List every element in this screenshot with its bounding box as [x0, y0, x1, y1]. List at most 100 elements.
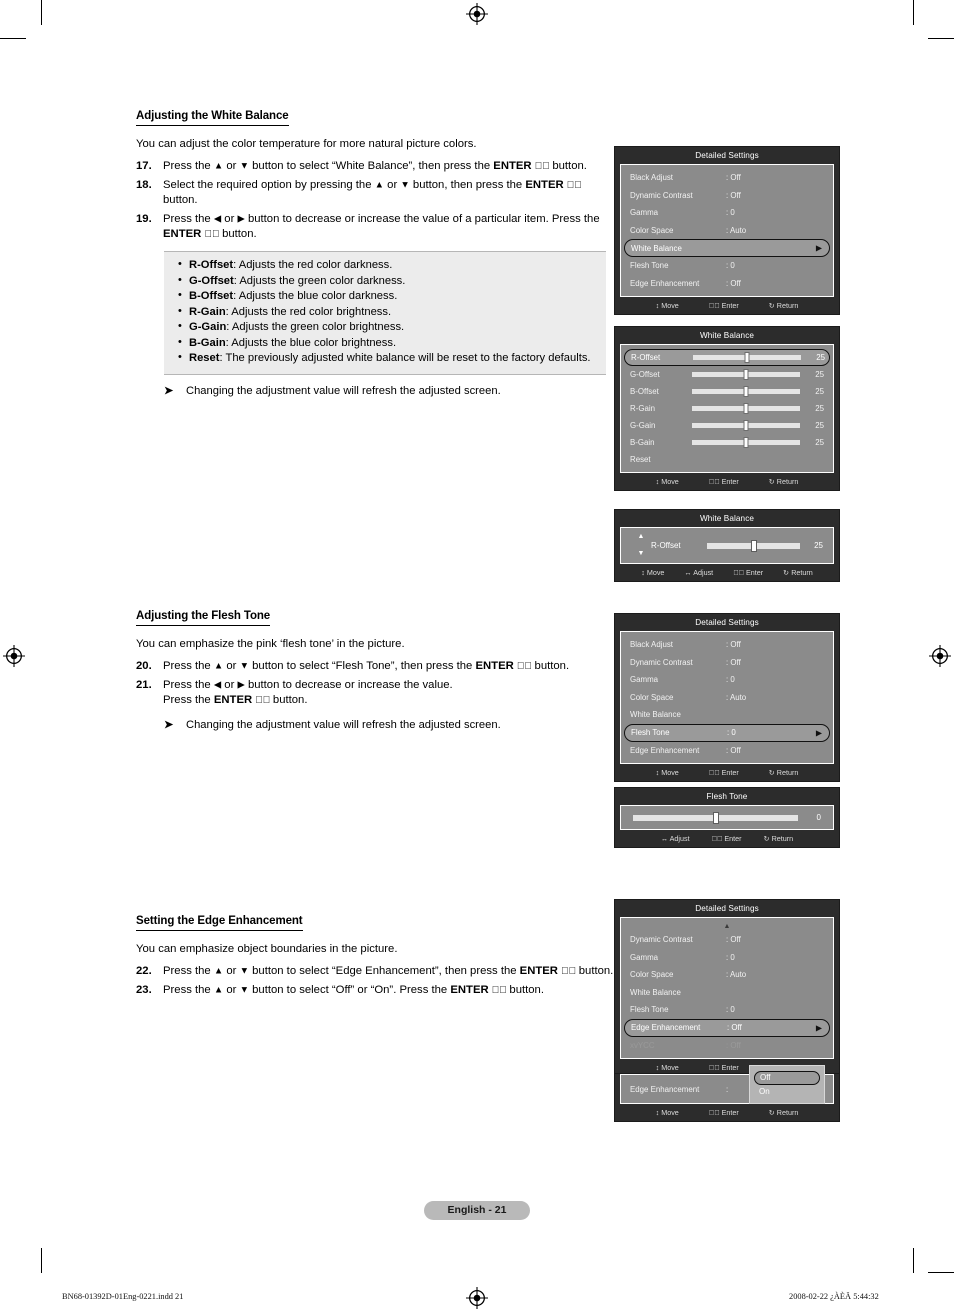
- osd-item-value: : Off: [726, 935, 741, 945]
- osd-menu-item[interactable]: Black Adjust: Off: [621, 169, 833, 187]
- step-list-white-balance: 17. Press the ▲ or ▼ button to select “Wh…: [136, 159, 606, 243]
- osd-menu-item[interactable]: Dynamic Contrast: Off: [621, 654, 833, 672]
- osd-item-label: Edge Enhancement: [630, 278, 700, 288]
- osd-slider-track[interactable]: [692, 403, 800, 414]
- osd-slider-row[interactable]: B-Gain 25: [621, 434, 833, 451]
- dropdown-list-edge-enhancement[interactable]: Off On: [749, 1065, 825, 1104]
- osd-body: Black Adjust: Off Dynamic Contrast: Off Ga…: [620, 164, 834, 297]
- crop-mark-bottom-right-vertical: [913, 1248, 914, 1273]
- osd-hint-return: ↻ Return: [768, 477, 799, 486]
- osd-menu-item[interactable]: White Balance: [621, 984, 833, 1002]
- slider-knob[interactable]: [750, 539, 757, 552]
- dropdown-option[interactable]: On: [754, 1085, 820, 1098]
- osd-adjust-slider[interactable]: [633, 811, 798, 824]
- osd-item-label: Black Adjust: [630, 173, 673, 183]
- osd-slider-value: 25: [815, 438, 824, 447]
- osd-hint-move: ↕ Move: [655, 477, 679, 486]
- osd-item-label: Flesh Tone: [630, 261, 669, 271]
- osd-slider-track[interactable]: [692, 386, 800, 397]
- osd-item-label: Flesh Tone: [631, 728, 670, 737]
- osd-menu-item[interactable]: Edge Enhancement: Off ▶: [624, 1018, 830, 1037]
- osd-menu-item[interactable]: Color Space: Auto: [621, 966, 833, 984]
- osd-panel-detailed-settings-white-balance: Detailed Settings Black Adjust: Off Dynam…: [614, 146, 840, 315]
- osd-menu-item-reset[interactable]: Reset: [621, 451, 833, 468]
- step-number: 17.: [136, 160, 152, 173]
- step-number: 18.: [136, 178, 152, 191]
- osd-slider-row[interactable]: G-Gain 25: [621, 417, 833, 434]
- osd-item-label: Gamma: [630, 208, 659, 218]
- osd-item-label: White Balance: [631, 243, 682, 253]
- osd-menu-item[interactable]: Flesh Tone : 0: [621, 257, 833, 275]
- osd-slider-row[interactable]: G-Offset 25: [621, 366, 833, 383]
- note-term: Reset: [189, 352, 220, 365]
- osd-menu-item[interactable]: Flesh Tone: 0 ▶: [624, 723, 830, 742]
- crop-mark-top-right-vertical: [913, 0, 914, 25]
- osd-menu-item[interactable]: Flesh Tone: 0: [621, 1001, 833, 1019]
- note-item: R-Gain: Adjusts the red color brightness…: [178, 304, 596, 320]
- osd-slider-row[interactable]: R-Offset 25: [624, 349, 830, 366]
- osd-menu-item[interactable]: White Balance ▶: [624, 239, 830, 257]
- note-term: R-Gain: [189, 305, 226, 318]
- osd-slider-row[interactable]: R-Gain 25: [621, 400, 833, 417]
- osd-item-label: Gamma: [630, 675, 659, 685]
- osd-adjust-slider[interactable]: [707, 539, 800, 552]
- step-item: 17. Press the ▲ or ▼ button to select “Wh…: [136, 159, 606, 175]
- osd-hint-move: ↕ Move: [655, 1108, 679, 1117]
- step-number: 20.: [136, 660, 152, 673]
- osd-item-label: Color Space: [630, 692, 674, 702]
- slider-knob[interactable]: [712, 811, 719, 824]
- osd-item-value: : Auto: [726, 225, 747, 235]
- osd-adjust-row[interactable]: 0: [621, 806, 833, 829]
- slider-knob[interactable]: [743, 420, 749, 431]
- osd-menu-item[interactable]: Dynamic Contrast: Off: [621, 187, 833, 205]
- osd-slider-track[interactable]: [692, 420, 800, 431]
- osd-menu-item: xvYCC: Off: [621, 1037, 833, 1055]
- osd-slider-label: R-Gain: [630, 404, 655, 413]
- osd-hint-return: ↻ Return: [783, 568, 813, 577]
- osd-menu-item[interactable]: White Balance: [621, 706, 833, 724]
- osd-item-value: : 0: [726, 261, 735, 271]
- osd-slider-row[interactable]: B-Offset 25: [621, 383, 833, 400]
- osd-item-label: Edge Enhancement: [631, 1023, 701, 1032]
- osd-menu-item[interactable]: Gamma: 0: [621, 671, 833, 689]
- up-down-arrows-icon: ▲ ▼: [637, 533, 645, 557]
- osd-slider-value: 25: [815, 421, 824, 430]
- osd-item-value: : Auto: [726, 692, 747, 702]
- slider-knob[interactable]: [743, 437, 749, 448]
- osd-menu-item[interactable]: Gamma: 0: [621, 204, 833, 222]
- osd-title: White Balance: [615, 510, 839, 527]
- section-intro: You can adjust the color temperature for…: [136, 138, 477, 150]
- osd-menu-item[interactable]: Edge Enhancement: Off: [621, 742, 833, 760]
- slider-knob[interactable]: [743, 403, 749, 414]
- osd-adjust-row[interactable]: ▲ ▼ R-Offset 25: [621, 528, 833, 563]
- scroll-up-icon[interactable]: ▲: [621, 922, 833, 931]
- osd-row-label: Edge Enhancement: [630, 1084, 700, 1094]
- step-number: 19.: [136, 212, 152, 225]
- osd-footer: ↕ Move ↔ Adjust ↵⃝ Enter ↻ Return: [615, 564, 839, 581]
- note-box-white-balance: R-Offset: Adjusts the red color darkness…: [164, 251, 606, 375]
- osd-hint-enter: ↵⃝ Enter: [708, 768, 739, 777]
- osd-slider-track[interactable]: [693, 352, 801, 363]
- slider-knob[interactable]: [743, 369, 749, 380]
- osd-menu-item[interactable]: Color Space: Auto: [621, 222, 833, 240]
- registration-mark-bottom: [466, 1287, 488, 1309]
- step-text: Press the ◀ or ▶ button to decrease or i…: [163, 678, 453, 707]
- osd-menu-item[interactable]: Black Adjust: Off: [621, 636, 833, 654]
- registration-mark-top: [466, 3, 488, 25]
- osd-hint-move: ↕ Move: [655, 1063, 679, 1072]
- note-term: R-Offset: [189, 259, 234, 272]
- osd-hint-enter: ↵⃝ Enter: [708, 477, 739, 486]
- osd-slider-track[interactable]: [692, 437, 800, 448]
- dropdown-option[interactable]: Off: [754, 1071, 820, 1085]
- osd-menu-item[interactable]: Color Space : Auto: [621, 689, 833, 707]
- osd-menu-item[interactable]: Dynamic Contrast: Off: [621, 931, 833, 949]
- slider-knob[interactable]: [744, 352, 750, 363]
- osd-menu-item[interactable]: Gamma: 0: [621, 949, 833, 967]
- crop-mark-bottom-left-vertical: [41, 1248, 42, 1273]
- osd-slider-track[interactable]: [692, 369, 800, 380]
- slider-knob[interactable]: [743, 386, 749, 397]
- section-intro: You can emphasize object boundaries in t…: [136, 943, 398, 955]
- osd-menu-item[interactable]: Edge Enhancement: Off: [621, 275, 833, 293]
- osd-item-label: White Balance: [630, 987, 681, 997]
- section-heading: Adjusting the Flesh Tone: [136, 610, 270, 626]
